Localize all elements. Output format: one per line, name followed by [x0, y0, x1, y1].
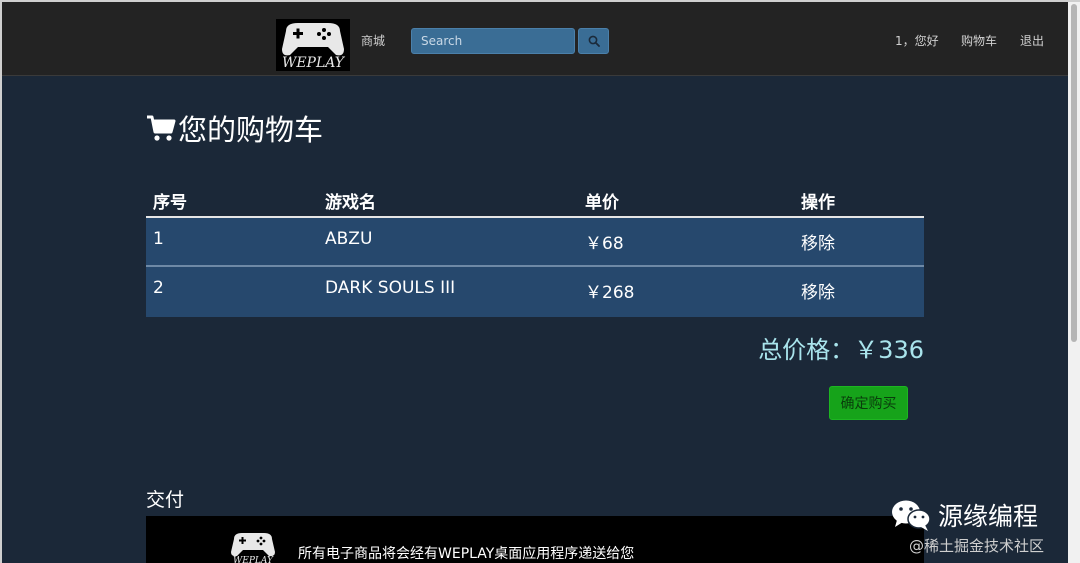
- column-header-action: 操作: [801, 193, 835, 213]
- cell-price: ￥68: [585, 234, 624, 254]
- cell-index: 2: [153, 278, 164, 298]
- scrollbar-thumb[interactable]: [1071, 4, 1077, 342]
- table-row: 2 DARK SOULS III ￥268 移除: [146, 267, 924, 317]
- remove-link[interactable]: 移除: [801, 229, 835, 254]
- search-input[interactable]: [411, 28, 575, 54]
- table-header: 序号 游戏名 单价 操作: [146, 178, 924, 218]
- watermark: 源缘编程: [890, 497, 1038, 533]
- nav-logout-link[interactable]: 退出: [1020, 32, 1044, 49]
- search-icon: [588, 35, 600, 47]
- search-button[interactable]: [578, 28, 609, 54]
- delivery-heading: 交付: [146, 489, 185, 511]
- svg-text:WEPLAY: WEPLAY: [282, 55, 346, 71]
- page-title: 您的购物车: [146, 108, 323, 148]
- wechat-icon: [892, 500, 931, 531]
- cell-game-name: ABZU: [325, 229, 373, 249]
- remove-link[interactable]: 移除: [801, 278, 835, 303]
- table-row: 1 ABZU ￥68 移除: [146, 218, 924, 267]
- cell-game-name: DARK SOULS III: [325, 278, 456, 298]
- shopping-cart-icon: [147, 115, 176, 141]
- site-watermark: @稀土掘金技术社区: [909, 537, 1045, 555]
- delivery-text: 所有电子商品将会经有WEPLAY桌面应用程序递送给您: [298, 546, 635, 562]
- delivery-banner: WEPLAY 所有电子商品将会经有WEPLAY桌面应用程序递送给您: [146, 516, 924, 563]
- cell-price: ￥268: [585, 283, 635, 303]
- page-title-text: 您的购物车: [178, 113, 324, 147]
- user-greeting[interactable]: 1，您好: [895, 32, 939, 49]
- cart-table: 序号 游戏名 单价 操作 1 ABZU ￥68 移除 2 DARK SOULS …: [146, 178, 924, 317]
- total-price: 总价格：￥336: [758, 336, 924, 364]
- column-header-game-name: 游戏名: [325, 193, 376, 213]
- confirm-purchase-button[interactable]: 确定购买: [829, 386, 908, 420]
- svg-text:WEPLAY: WEPLAY: [233, 556, 274, 563]
- window-frame-left: [0, 0, 2, 563]
- watermark-account-name: 源缘编程: [938, 502, 1039, 531]
- weplay-logo[interactable]: WEPLAY: [276, 19, 350, 71]
- cell-index: 1: [153, 229, 164, 249]
- navbar: WEPLAY 商城 1，您好 购物车 退出: [2, 2, 1068, 76]
- column-header-index: 序号: [153, 193, 187, 213]
- weplay-logo-small: WEPLAY: [228, 530, 278, 563]
- nav-store-link[interactable]: 商城: [361, 32, 385, 49]
- nav-cart-link[interactable]: 购物车: [961, 32, 997, 49]
- column-header-price: 单价: [585, 193, 619, 213]
